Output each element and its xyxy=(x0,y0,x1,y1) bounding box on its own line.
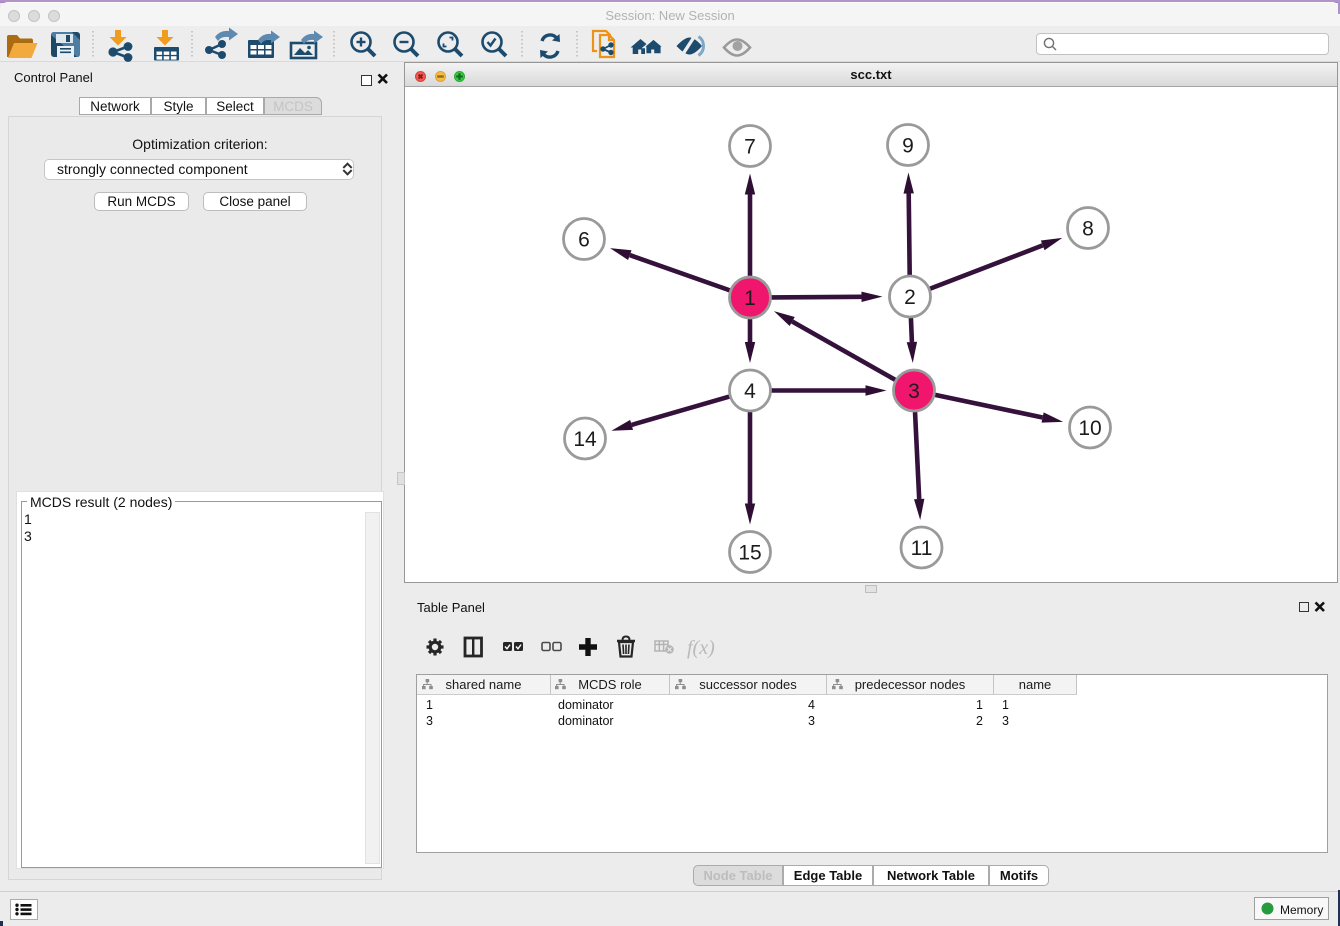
svg-text:14: 14 xyxy=(573,428,597,451)
svg-text:10: 10 xyxy=(1078,417,1101,440)
svg-text:1: 1 xyxy=(744,287,756,310)
svg-text:4: 4 xyxy=(744,380,756,403)
svg-text:3: 3 xyxy=(908,380,920,403)
svg-text:7: 7 xyxy=(744,136,756,159)
svg-text:6: 6 xyxy=(578,229,590,252)
svg-text:15: 15 xyxy=(738,542,761,565)
svg-text:11: 11 xyxy=(911,537,933,560)
svg-text:2: 2 xyxy=(904,286,916,309)
svg-text:9: 9 xyxy=(902,135,914,158)
svg-text:f(x): f(x) xyxy=(687,637,715,659)
svg-text:8: 8 xyxy=(1082,218,1094,241)
